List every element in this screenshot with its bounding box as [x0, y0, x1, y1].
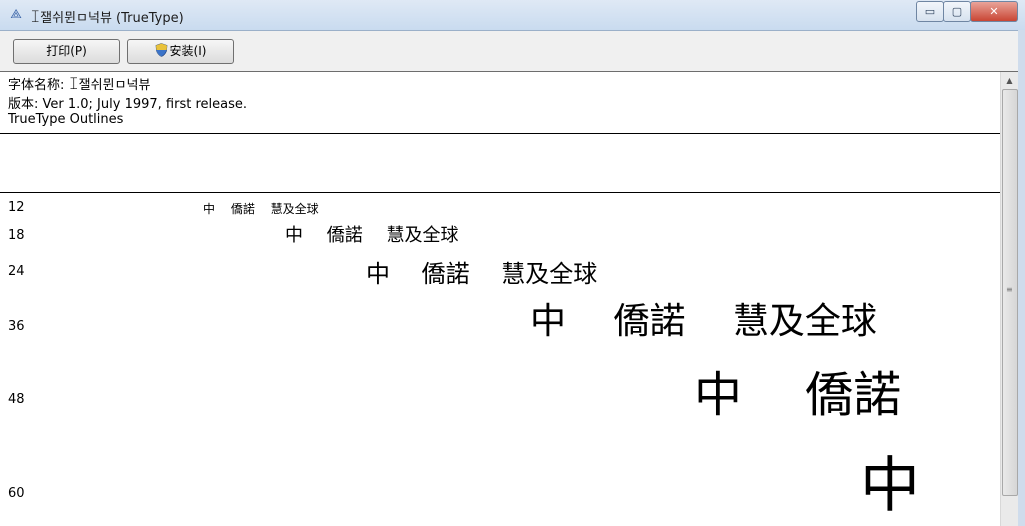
uac-shield-icon [155, 43, 167, 57]
size-label-48: 48 [8, 392, 25, 407]
install-button[interactable]: 安装(I) [127, 39, 234, 64]
outline-type-line: TrueType Outlines [8, 112, 124, 127]
font-name-line: 字体名称: ꀤ잴쉬뮌ㅁ넉뷰 [8, 78, 151, 93]
size-label-12: 12 [8, 200, 25, 215]
minimize-icon: ▭ [924, 5, 936, 18]
sample-text-60: 中 [860, 451, 920, 521]
sample-divider [0, 192, 1000, 193]
scroll-up-icon[interactable]: ▲ [1002, 73, 1017, 89]
size-label-36: 36 [8, 319, 25, 334]
sample-text-18: 中 僑諾 慧及全球 [285, 225, 459, 246]
install-button-label: 安装(I) [169, 44, 207, 58]
grip-icon: ≡ [1006, 285, 1013, 294]
info-divider [0, 133, 1000, 134]
window-title: ꀤ잴쉬뮌ㅁ넉뷰 (TrueType) [30, 11, 184, 26]
vertical-scrollbar[interactable]: ▲ ≡ [1000, 72, 1018, 526]
toolbar: 打印(P) 安装(I) [0, 31, 1025, 72]
print-button[interactable]: 打印(P) [13, 39, 120, 64]
sample-text-24: 中 僑諾 慧及全球 [366, 260, 598, 288]
size-label-60: 60 [8, 486, 25, 501]
size-label-24: 24 [8, 264, 25, 279]
sample-text-36: 中 僑諾 慧及全球 [530, 301, 877, 342]
close-button[interactable]: ✕ [970, 1, 1018, 22]
version-line: 版本: Ver 1.0; July 1997, first release. [8, 97, 247, 112]
print-button-label: 打印(P) [46, 44, 87, 58]
size-label-18: 18 [8, 228, 25, 243]
sample-text-12: 中 僑諾 慧及全球 [203, 202, 319, 216]
sample-text-48: 中 僑諾 [694, 367, 902, 423]
maximize-button[interactable]: ▢ [943, 1, 971, 22]
title-bar: ⟁ ꀤ잴쉬뮌ㅁ넉뷰 (TrueType) ▭ ▢ ✕ [0, 0, 1025, 31]
font-viewer-icon: ⟁ [10, 7, 22, 22]
close-icon: ✕ [989, 5, 999, 18]
maximize-icon: ▢ [951, 5, 963, 18]
font-preview-area: 字体名称: ꀤ잴쉬뮌ㅁ넉뷰 版本: Ver 1.0; July 1997, fi… [0, 72, 1000, 526]
scroll-thumb[interactable]: ≡ [1002, 89, 1018, 496]
window-frame-edge [1018, 30, 1025, 526]
minimize-button[interactable]: ▭ [916, 1, 944, 22]
